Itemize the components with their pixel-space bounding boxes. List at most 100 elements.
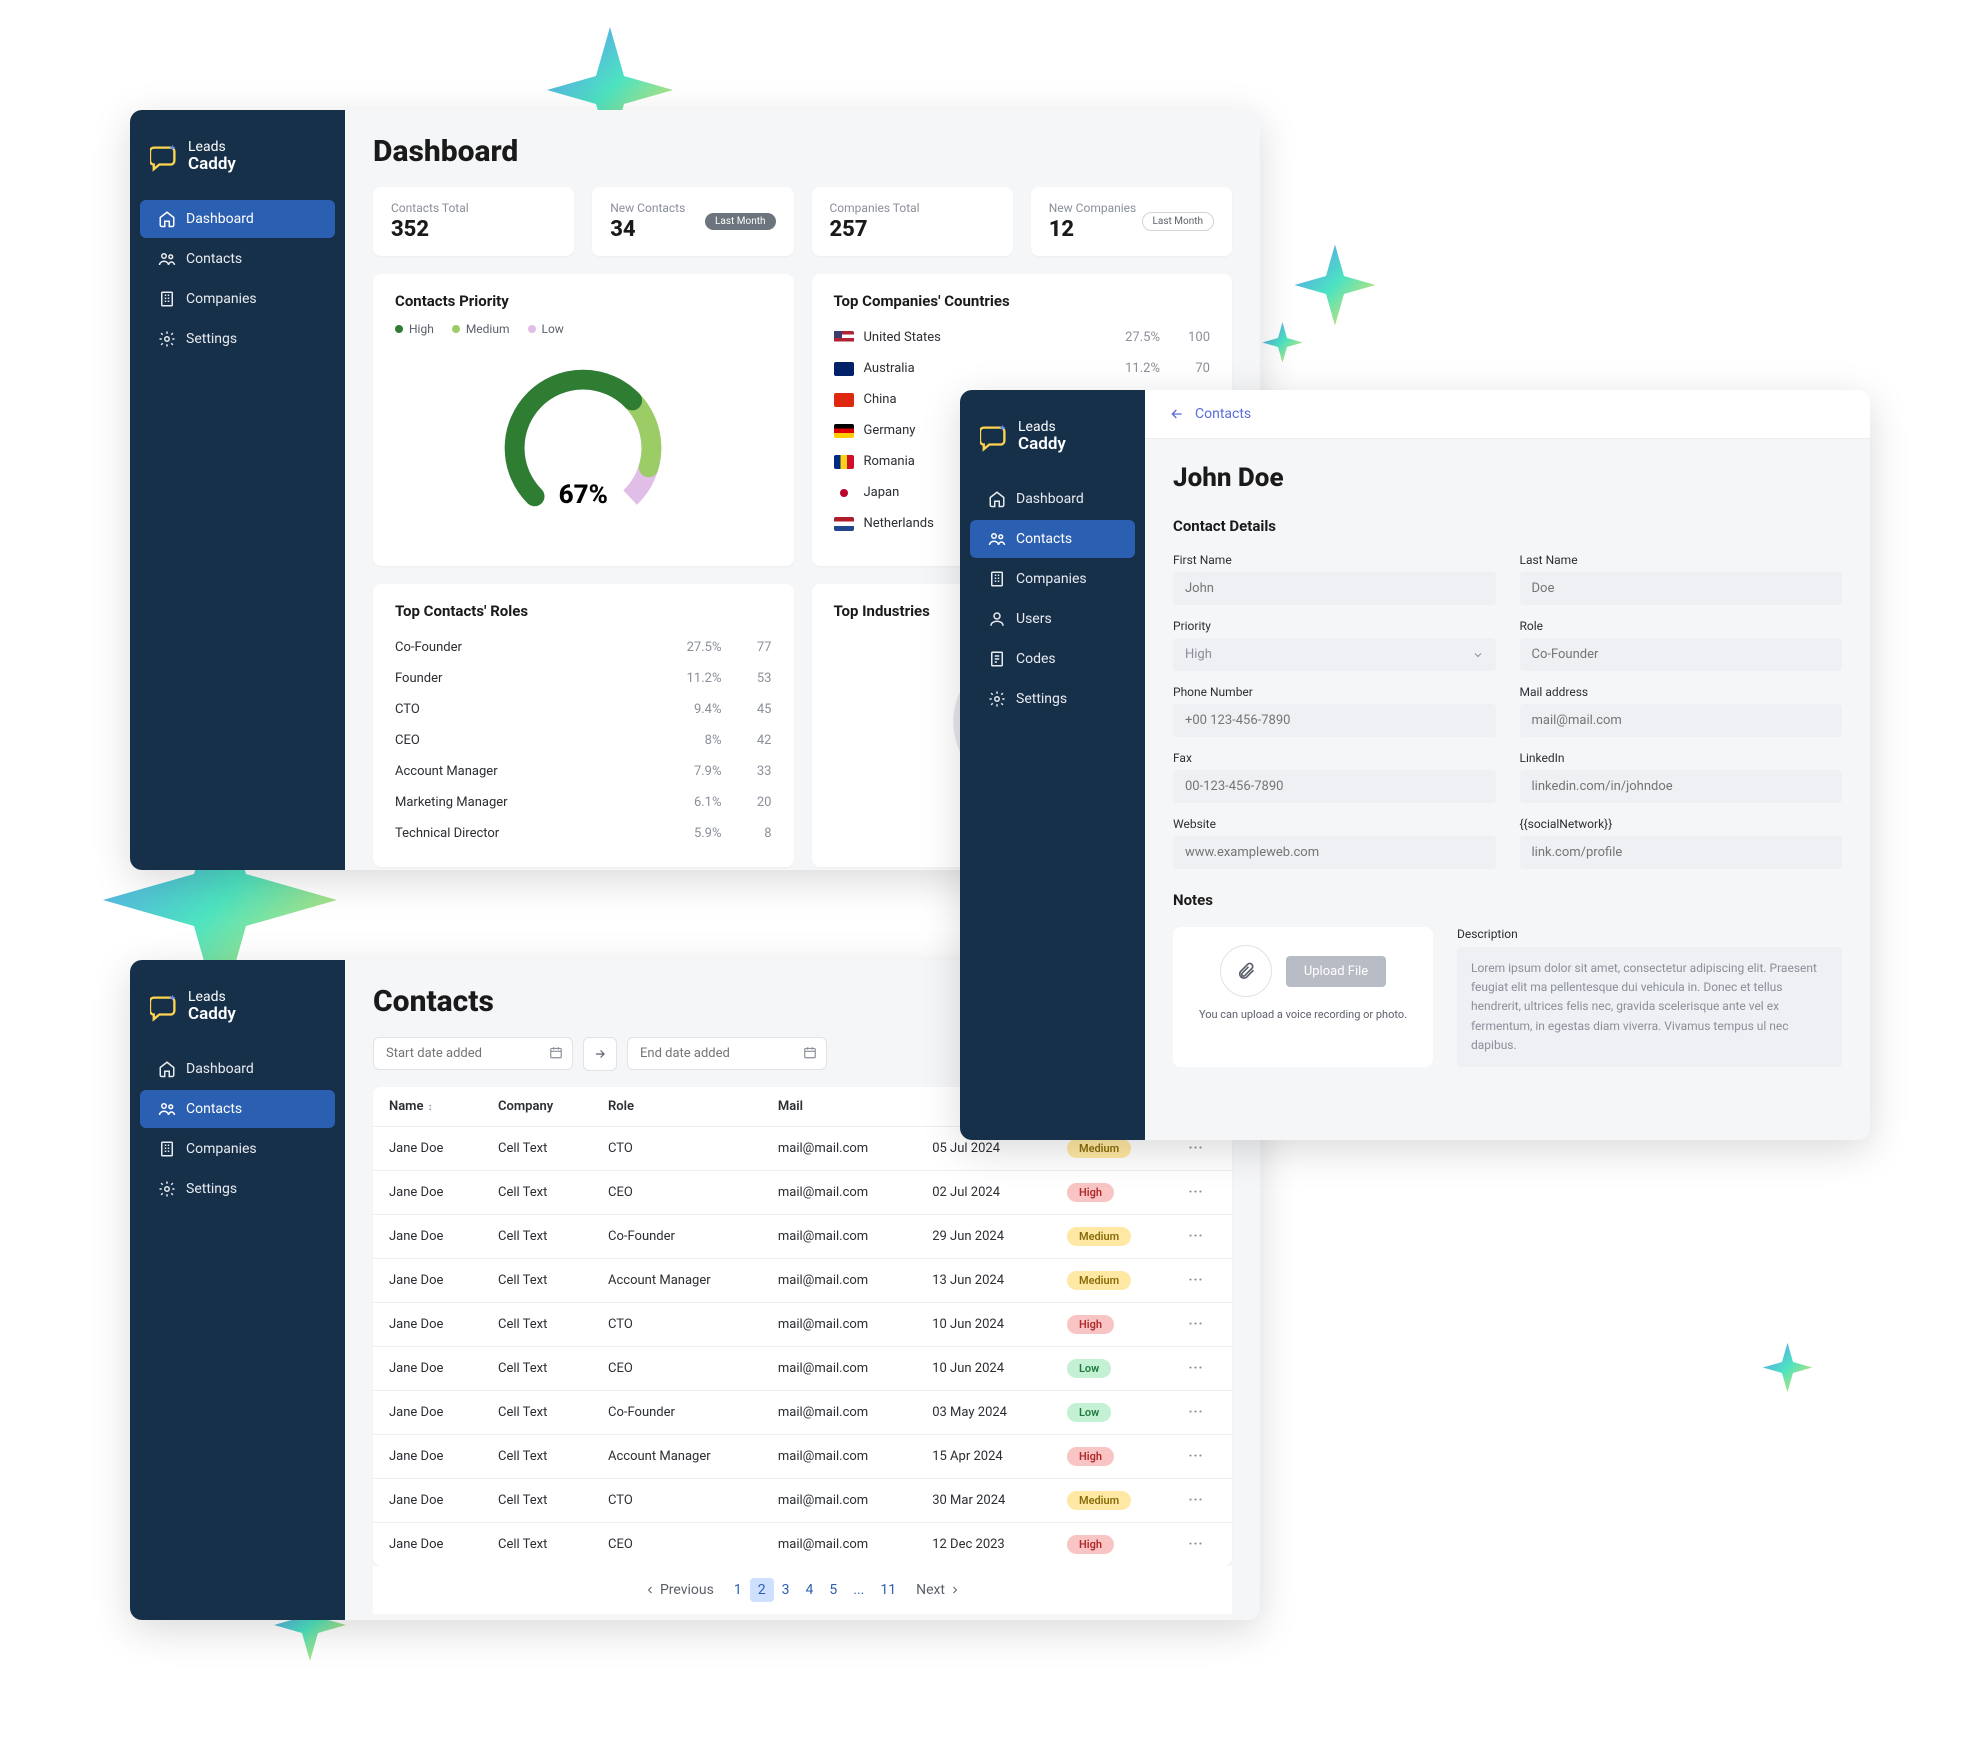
text-input[interactable] xyxy=(1520,770,1843,803)
sidebar-item-label: Settings xyxy=(186,1181,237,1197)
page-link[interactable]: 3 xyxy=(774,1578,798,1602)
form-field: Mail address xyxy=(1520,685,1843,737)
table-row[interactable]: Jane DoeCell TextAccount Managermail@mai… xyxy=(373,1435,1232,1479)
table-row[interactable]: Jane DoeCell TextCo-Foundermail@mail.com… xyxy=(373,1391,1232,1435)
text-input[interactable] xyxy=(1520,704,1843,737)
text-input[interactable] xyxy=(1173,572,1496,605)
breadcrumb[interactable]: Contacts xyxy=(1145,390,1870,439)
upload-button[interactable]: Upload File xyxy=(1286,956,1386,987)
role-row: CEO8%42 xyxy=(395,725,772,756)
row-menu-icon[interactable]: ··· xyxy=(1188,1493,1203,1508)
role-name: Founder xyxy=(395,671,662,686)
page-link[interactable]: 1 xyxy=(726,1578,750,1602)
page-link[interactable]: 5 xyxy=(821,1578,845,1602)
row-menu-icon[interactable]: ··· xyxy=(1188,1273,1203,1288)
sidebar-item-settings[interactable]: Settings xyxy=(970,680,1135,718)
codes-icon xyxy=(988,650,1006,668)
row-menu-icon[interactable]: ··· xyxy=(1188,1449,1203,1464)
table-row[interactable]: Jane DoeCell TextCEOmail@mail.com10 Jun … xyxy=(373,1347,1232,1391)
role-count: 8 xyxy=(722,826,772,841)
sidebar-item-users[interactable]: Users xyxy=(970,600,1135,638)
table-row[interactable]: Jane DoeCell TextCTOmail@mail.com30 Mar … xyxy=(373,1479,1232,1523)
select-input[interactable]: High xyxy=(1173,638,1496,671)
sidebar-item-companies[interactable]: Companies xyxy=(970,560,1135,598)
cell-company: Cell Text xyxy=(482,1215,592,1259)
sidebar-item-companies[interactable]: Companies xyxy=(140,280,335,318)
text-input[interactable] xyxy=(1520,836,1843,869)
role-name: CEO xyxy=(395,733,662,748)
role-name: Account Manager xyxy=(395,764,662,779)
page-link[interactable]: 4 xyxy=(798,1578,822,1602)
row-menu-icon[interactable]: ··· xyxy=(1188,1229,1203,1244)
column-header[interactable]: Mail xyxy=(762,1087,916,1127)
logo-text: LeadsCaddy xyxy=(188,990,236,1024)
row-menu-icon[interactable]: ··· xyxy=(1188,1405,1203,1420)
end-date-input[interactable] xyxy=(627,1037,827,1071)
upload-box: Upload File You can upload a voice recor… xyxy=(1173,927,1433,1067)
attachment-icon[interactable] xyxy=(1220,945,1272,997)
table-row[interactable]: Jane DoeCell TextAccount Managermail@mai… xyxy=(373,1259,1232,1303)
form-field: Fax xyxy=(1173,751,1496,803)
cell-date: 13 Jun 2024 xyxy=(916,1259,1051,1303)
sidebar-item-contacts[interactable]: Contacts xyxy=(140,1090,335,1128)
text-input[interactable] xyxy=(1520,572,1843,605)
column-header[interactable]: Name↕ xyxy=(373,1087,482,1127)
text-input[interactable] xyxy=(1173,704,1496,737)
end-date-field[interactable] xyxy=(627,1037,827,1070)
row-menu-icon[interactable]: ··· xyxy=(1188,1141,1203,1156)
flag-icon xyxy=(834,455,854,469)
table-row[interactable]: Jane DoeCell TextCEOmail@mail.com02 Jul … xyxy=(373,1171,1232,1215)
home-icon xyxy=(988,490,1006,508)
table-row[interactable]: Jane DoeCell TextCo-Foundermail@mail.com… xyxy=(373,1215,1232,1259)
sidebar-item-settings[interactable]: Settings xyxy=(140,1170,335,1208)
sidebar-item-dashboard[interactable]: Dashboard xyxy=(970,480,1135,518)
start-date-input[interactable] xyxy=(373,1037,573,1071)
cell-date: 15 Apr 2024 xyxy=(916,1435,1051,1479)
sidebar-item-settings[interactable]: Settings xyxy=(140,320,335,358)
legend-high: High xyxy=(395,322,434,336)
column-header[interactable]: Company xyxy=(482,1087,592,1127)
page-link[interactable]: 11 xyxy=(872,1578,904,1602)
cell-date: 10 Jun 2024 xyxy=(916,1303,1051,1347)
stat-value: 34 xyxy=(610,217,685,242)
table-row[interactable]: Jane DoeCell TextCTOmail@mail.com10 Jun … xyxy=(373,1303,1232,1347)
prev-button[interactable]: Previous xyxy=(644,1582,714,1598)
text-input[interactable] xyxy=(1173,836,1496,869)
column-header[interactable]: Role xyxy=(592,1087,762,1127)
sidebar-item-dashboard[interactable]: Dashboard xyxy=(140,1050,335,1088)
sidebar-item-codes[interactable]: Codes xyxy=(970,640,1135,678)
cell-mail: mail@mail.com xyxy=(762,1215,916,1259)
cell-mail: mail@mail.com xyxy=(762,1171,916,1215)
sidebar-item-label: Contacts xyxy=(1016,531,1072,547)
row-menu-icon[interactable]: ··· xyxy=(1188,1185,1203,1200)
role-name: Marketing Manager xyxy=(395,795,662,810)
description-text[interactable]: Lorem ipsum dolor sit amet, consectetur … xyxy=(1457,947,1842,1067)
cell-mail: mail@mail.com xyxy=(762,1347,916,1391)
cell-priority: Medium xyxy=(1051,1259,1173,1303)
text-input[interactable] xyxy=(1173,770,1496,803)
table-row[interactable]: Jane DoeCell TextCEOmail@mail.com12 Dec … xyxy=(373,1523,1232,1567)
field-label: {{socialNetwork}} xyxy=(1520,817,1843,831)
row-menu-icon[interactable]: ··· xyxy=(1188,1361,1203,1376)
sidebar-item-contacts[interactable]: Contacts xyxy=(970,520,1135,558)
logo-icon xyxy=(150,142,180,172)
stat-card: Contacts Total352 xyxy=(373,187,574,256)
next-button[interactable]: Next xyxy=(916,1582,961,1598)
start-date-field[interactable] xyxy=(373,1037,573,1070)
cell-company: Cell Text xyxy=(482,1435,592,1479)
sidebar-item-companies[interactable]: Companies xyxy=(140,1130,335,1168)
stat-value: 12 xyxy=(1049,217,1136,242)
cell-priority: High xyxy=(1051,1303,1173,1347)
stat-label: New Contacts xyxy=(610,201,685,215)
page-link[interactable]: 2 xyxy=(750,1578,774,1602)
priority-badge: High xyxy=(1067,1315,1114,1334)
cell-role: Account Manager xyxy=(592,1259,762,1303)
sidebar-item-dashboard[interactable]: Dashboard xyxy=(140,200,335,238)
form-field: Last Name xyxy=(1520,553,1843,605)
row-menu-icon[interactable]: ··· xyxy=(1188,1317,1203,1332)
flag-icon xyxy=(834,486,854,500)
sidebar-item-contacts[interactable]: Contacts xyxy=(140,240,335,278)
row-menu-icon[interactable]: ··· xyxy=(1188,1537,1203,1552)
date-range-arrow[interactable] xyxy=(583,1037,617,1071)
text-input[interactable] xyxy=(1520,638,1843,671)
